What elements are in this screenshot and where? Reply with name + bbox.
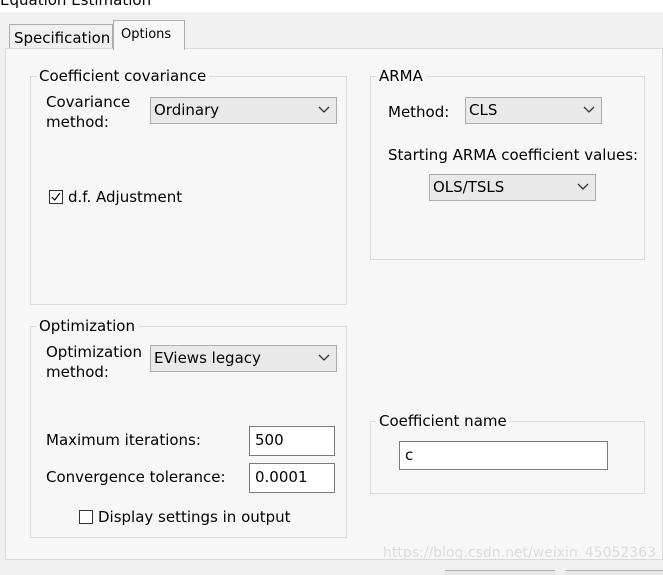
arma-legend: ARMA [376,67,426,85]
tab-options-label: Options [121,27,172,42]
watermark-text: https://blog.csdn.net/weixin_45052363 [383,545,657,561]
chevron-down-icon [318,354,330,361]
covariance-method-label-line2: method: [46,113,109,131]
coefficient-name-legend: Coefficient name [376,412,510,430]
window-titlebar: Equation Estimation [0,0,663,12]
optimization-legend: Optimization [36,317,138,335]
tab-specification[interactable]: Specification [9,24,113,48]
convergence-tolerance-value: 0.0001 [255,468,308,486]
display-settings-label: Display settings in output [98,508,291,526]
bottom-button-strip [0,560,663,575]
window-title: Equation Estimation [0,0,152,9]
checkmark-icon [51,192,61,201]
coefficient-name-value: c [405,446,414,464]
df-adjustment-checkbox[interactable] [49,190,63,204]
tab-specification-label: Specification [14,29,111,47]
chevron-down-icon [583,106,595,113]
covariance-method-label-line1: Covariance [46,93,131,111]
chevron-down-icon [318,106,330,113]
covariance-method-dropdown[interactable]: Ordinary [150,97,337,124]
arma-method-value: CLS [469,101,498,119]
optimization-method-dropdown[interactable]: EViews legacy [150,345,337,372]
covariance-method-value: Ordinary [154,101,220,119]
df-adjustment-label: d.f. Adjustment [68,188,183,206]
tab-options[interactable]: Options [113,20,185,50]
arma-method-dropdown[interactable]: CLS [465,97,602,124]
arma-method-label: Method: [388,103,450,121]
optimization-method-label-line2: method: [46,363,109,381]
max-iterations-value: 500 [255,431,284,449]
coefficient-name-input[interactable]: c [399,441,608,470]
max-iterations-input[interactable]: 500 [249,426,335,456]
optimization-method-value: EViews legacy [154,349,261,367]
chevron-down-icon [577,183,589,190]
starting-arma-values-label: Starting ARMA coefficient values: [388,146,639,164]
ok-button-edge[interactable] [445,570,555,575]
convergence-tolerance-input[interactable]: 0.0001 [249,463,335,493]
convergence-tolerance-label: Convergence tolerance: [46,468,226,486]
starting-arma-values-dropdown[interactable]: OLS/TSLS [429,174,596,201]
optimization-method-label-line1: Optimization [46,343,142,361]
cancel-button-edge[interactable] [566,570,663,575]
display-settings-checkbox[interactable] [79,510,93,524]
starting-arma-values-value: OLS/TSLS [433,178,505,196]
max-iterations-label: Maximum iterations: [46,431,201,449]
coefficient-covariance-legend: Coefficient covariance [36,67,210,85]
